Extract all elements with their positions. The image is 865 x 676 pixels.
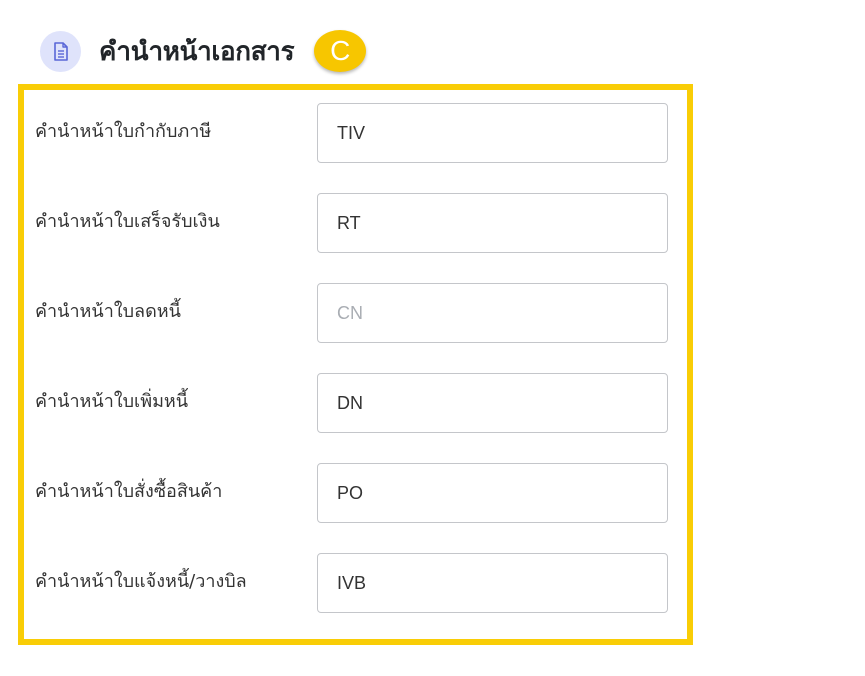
field-label-credit-note: คำนำหน้าใบลดหนี้ (35, 301, 181, 322)
document-icon (40, 30, 81, 72)
page-title: คำนำหน้าเอกสาร (99, 36, 295, 67)
field-label-receipt: คำนำหน้าใบเสร็จรับเงิน (35, 211, 220, 232)
section-badge: C (314, 30, 367, 72)
field-row-invoice-billing: คำนำหน้าใบแจ้งหนี้/วางบิล (24, 553, 687, 613)
field-label-invoice-billing: คำนำหน้าใบแจ้งหนี้/วางบิล (35, 571, 247, 592)
field-row-tax-invoice: คำนำหน้าใบกำกับภาษี (24, 103, 687, 163)
field-label-purchase-order: คำนำหน้าใบสั่งซื้อสินค้า (35, 481, 223, 502)
credit-note-prefix-input[interactable] (317, 283, 668, 343)
field-label-tax-invoice: คำนำหน้าใบกำกับภาษี (35, 121, 212, 142)
receipt-prefix-input[interactable] (317, 193, 668, 253)
field-label-debit-note: คำนำหน้าใบเพิ่มหนี้ (35, 391, 189, 412)
purchase-order-prefix-input[interactable] (317, 463, 668, 523)
document-prefix-panel: คำนำหน้าใบกำกับภาษี คำนำหน้าใบเสร็จรับเง… (18, 84, 693, 645)
invoice-billing-prefix-input[interactable] (317, 553, 668, 613)
field-row-credit-note: คำนำหน้าใบลดหนี้ (24, 283, 687, 343)
debit-note-prefix-input[interactable] (317, 373, 668, 433)
section-header: คำนำหน้าเอกสาร C (40, 28, 367, 74)
tax-invoice-prefix-input[interactable] (317, 103, 668, 163)
field-row-receipt: คำนำหน้าใบเสร็จรับเงิน (24, 193, 687, 253)
field-row-debit-note: คำนำหน้าใบเพิ่มหนี้ (24, 373, 687, 433)
field-row-purchase-order: คำนำหน้าใบสั่งซื้อสินค้า (24, 463, 687, 523)
